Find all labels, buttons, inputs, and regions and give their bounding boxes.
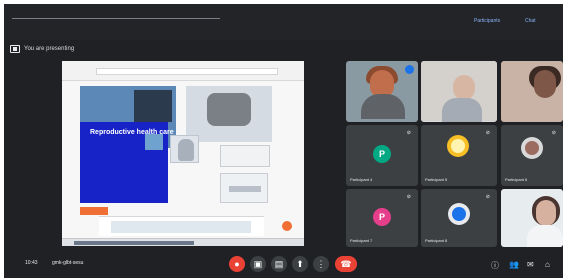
- web-lower-image: [111, 221, 251, 233]
- present-button[interactable]: ⬆: [292, 256, 308, 272]
- address-bar[interactable]: [96, 68, 278, 75]
- participant-avatar-inner: [451, 139, 465, 153]
- participant-tile-6[interactable]: ⊘ Participant 6: [501, 125, 563, 186]
- leave-call-button[interactable]: ☎: [335, 256, 357, 272]
- web-illustration-1: [220, 145, 270, 167]
- presenting-label: You are presenting: [24, 46, 75, 52]
- side-controls: ⓘ 👥 ✉ ⌂: [491, 260, 559, 274]
- people-icon[interactable]: 👥: [509, 260, 519, 269]
- participant-face: [534, 70, 556, 98]
- more-options-button[interactable]: ⋮: [313, 256, 329, 272]
- mic-muted-icon: ⊘: [485, 194, 490, 200]
- participant-body: [361, 94, 405, 119]
- participant-face: [370, 70, 394, 97]
- meeting-controls-bar: 10:43 gmk-glbt-sesu ● ▣ ▤ ⬆ ⋮ ☎ ⓘ 👥 ✉ ⌂: [4, 248, 563, 278]
- participant-tile-5[interactable]: ⊘ Participant 5: [421, 125, 497, 186]
- web-person-image: [178, 139, 194, 161]
- participant-name: Participant 4: [350, 177, 373, 182]
- mic-muted-icon: ⊘: [551, 130, 556, 136]
- participant-tile-9[interactable]: [501, 189, 563, 247]
- hero-image-dark: [134, 90, 172, 122]
- presentation-indicator-line: [12, 18, 220, 19]
- presenting-banner: You are presenting: [10, 42, 270, 56]
- participant-avatar: [447, 135, 469, 157]
- chat-icon[interactable]: ✉: [527, 260, 534, 269]
- info-icon[interactable]: ⓘ: [491, 260, 499, 271]
- participant-tile-2[interactable]: [421, 61, 497, 122]
- screenshot-frame: Participants Chat You are presenting Rep…: [0, 0, 563, 278]
- browser-toolbar: [62, 61, 304, 81]
- participant-name: Participant 7: [350, 238, 373, 243]
- meeting-control-center: ● ▣ ▤ ⬆ ⋮ ☎: [229, 255, 361, 273]
- mic-muted-icon: ⊘: [485, 130, 490, 136]
- web-lower-section: [99, 216, 264, 236]
- participant-avatar-inner: [452, 207, 466, 221]
- participant-face: [536, 200, 556, 226]
- web-orange-button[interactable]: [80, 207, 108, 215]
- web-orange-dot[interactable]: [282, 221, 292, 231]
- participant-avatar: [521, 137, 543, 159]
- top-bar: Participants Chat: [4, 4, 563, 40]
- meet-window: Participants Chat You are presenting Rep…: [4, 4, 563, 278]
- participant-tile-4[interactable]: P ⊘ Participant 4: [346, 125, 418, 186]
- shared-screen: Reproductive health care: [62, 61, 304, 246]
- participant-status-badge: [405, 65, 414, 74]
- participant-avatar: P: [373, 208, 391, 226]
- participant-body: [442, 98, 482, 122]
- participant-tile-8[interactable]: ⊘ Participant 8: [421, 189, 497, 247]
- windows-taskbar: [62, 238, 304, 246]
- participant-avatar-inner: [525, 141, 539, 155]
- captions-button[interactable]: ▤: [271, 256, 287, 272]
- camera-toggle[interactable]: ▣: [250, 256, 266, 272]
- participant-name: Participant 8: [425, 238, 448, 243]
- web-main-title: Reproductive health care: [90, 129, 174, 136]
- mic-muted-icon: ⊘: [406, 194, 411, 200]
- mic-muted-icon: ⊘: [406, 130, 411, 136]
- participant-face: [453, 75, 475, 100]
- participant-tile-7[interactable]: P ⊘ Participant 7: [346, 189, 418, 247]
- web-hero-right: [186, 86, 272, 142]
- participant-tile-3[interactable]: [501, 61, 563, 122]
- hero-image-grey: [207, 93, 251, 126]
- participant-avatar: [448, 203, 470, 225]
- microphone-toggle[interactable]: ●: [229, 256, 245, 272]
- activities-icon[interactable]: ⌂: [545, 260, 550, 269]
- meeting-code: gmk-glbt-sesu: [52, 260, 84, 266]
- meeting-time: 10:43: [25, 260, 38, 266]
- participant-avatar: P: [373, 145, 391, 163]
- participant-body: [527, 225, 563, 247]
- web-illustration-2: [220, 173, 268, 203]
- taskbar-icons: [74, 241, 194, 245]
- present-icon: [10, 45, 20, 53]
- participant-name: Participant 5: [425, 177, 448, 182]
- participants-tab[interactable]: Participants: [474, 16, 514, 26]
- participant-name: Participant 6: [505, 177, 528, 182]
- chat-tab[interactable]: Chat: [525, 16, 557, 26]
- web-thumbnail-1: [145, 134, 163, 150]
- participant-tile-1[interactable]: [346, 61, 418, 122]
- web-illustration-line: [229, 186, 261, 192]
